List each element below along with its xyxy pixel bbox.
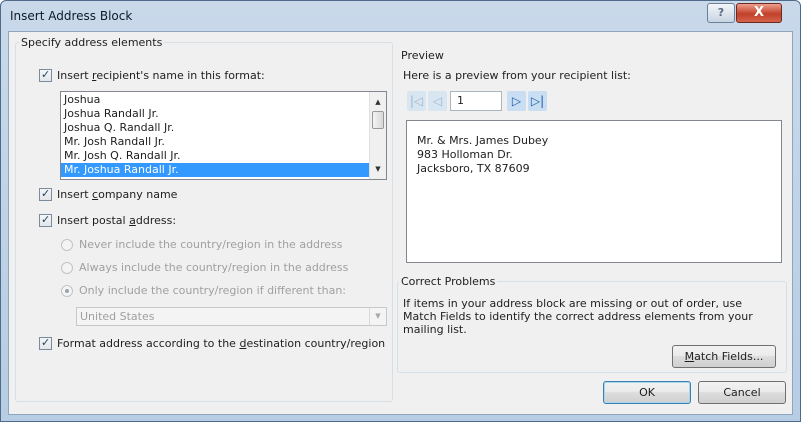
country-dropdown[interactable]: United States ▼ [76, 307, 387, 326]
list-item[interactable]: Joshua Q. Randall Jr. [61, 121, 369, 135]
radio-icon [61, 261, 73, 274]
scroll-thumb[interactable] [372, 111, 384, 129]
company-name-checkbox[interactable]: Insert company name [39, 187, 178, 201]
name-format-listbox[interactable]: Joshua Joshua Randall Jr. Joshua Q. Randal… [60, 91, 387, 180]
radio-always-include-label: Always include the country/region in the… [79, 261, 349, 274]
address-elements-group-label: Specify address elements [19, 36, 165, 49]
recipient-name-checkbox[interactable]: Insert recipient's name in this format: [39, 68, 265, 82]
preview-line: Jacksboro, TX 87609 [417, 162, 530, 175]
last-record-icon[interactable]: ▷| [528, 91, 547, 111]
close-button[interactable]: X [736, 3, 782, 23]
format-destination-checkbox-label: Format address according to the destinat… [57, 337, 386, 350]
cancel-button[interactable]: Cancel [698, 381, 786, 404]
list-item[interactable]: Joshua [61, 93, 369, 107]
radio-only-if-different[interactable]: Only include the country/region if diffe… [61, 284, 346, 297]
first-record-icon[interactable]: |◁ [407, 91, 426, 111]
preview-group-label: Preview [399, 49, 446, 62]
postal-address-checkbox-label: Insert postal address: [57, 214, 177, 227]
dialog-client-area: Specify address elements Insert recipien… [8, 31, 793, 415]
help-button[interactable]: ? [707, 3, 735, 23]
correct-problems-label: Correct Problems [399, 275, 498, 288]
record-number-field[interactable]: 1 [450, 91, 502, 111]
name-format-scrollbar[interactable]: ▲ ▼ [369, 92, 386, 179]
scroll-up-icon[interactable]: ▲ [370, 94, 386, 110]
checkbox-check-icon [39, 187, 52, 201]
previous-record-icon[interactable]: ◁ [428, 91, 447, 111]
postal-address-checkbox[interactable]: Insert postal address: [39, 213, 177, 227]
preview-line: 983 Holloman Dr. [417, 148, 513, 161]
radio-never-include-label: Never include the country/region in the … [79, 238, 343, 251]
list-item[interactable]: Mr. Josh Randall Jr. [61, 135, 369, 149]
preview-intro-text: Here is a preview from your recipient li… [403, 69, 631, 82]
scroll-down-icon[interactable]: ▼ [370, 161, 386, 177]
checkbox-check-icon [39, 336, 52, 350]
title-bar: Insert Address Block ? X [1, 1, 800, 31]
insert-address-block-dialog: Insert Address Block ? X Specify address… [0, 0, 801, 422]
chevron-down-icon[interactable]: ▼ [369, 308, 386, 325]
window-title: Insert Address Block [10, 9, 133, 23]
radio-selected-icon [61, 284, 73, 297]
list-item[interactable]: Joshua Randall Jr. [61, 107, 369, 121]
recipient-name-checkbox-label: Insert recipient's name in this format: [57, 69, 265, 82]
preview-line: Mr. & Mrs. James Dubey [417, 134, 549, 147]
format-destination-checkbox[interactable]: Format address according to the destinat… [39, 336, 386, 350]
checkbox-check-icon [39, 213, 52, 227]
match-fields-button[interactable]: Match Fields... [672, 345, 776, 368]
radio-always-include-country[interactable]: Always include the country/region in the… [61, 261, 348, 274]
next-record-icon[interactable]: ▷ [507, 91, 526, 111]
country-dropdown-value: United States [80, 310, 155, 323]
close-icon: X [753, 5, 765, 20]
radio-never-include-country[interactable]: Never include the country/region in the … [61, 238, 343, 251]
list-item[interactable]: Mr. Josh Q. Randall Jr. [61, 149, 369, 163]
address-preview-box: Mr. & Mrs. James Dubey 983 Holloman Dr. … [406, 120, 782, 263]
help-icon: ? [717, 6, 725, 19]
ok-button[interactable]: OK [603, 381, 691, 404]
correct-problems-text: If items in your address block are missi… [403, 297, 753, 336]
radio-only-if-different-label: Only include the country/region if diffe… [79, 284, 346, 297]
list-item[interactable]: Mr. Joshua Randall Jr. [61, 163, 369, 177]
company-name-checkbox-label: Insert company name [57, 188, 178, 201]
checkbox-check-icon [39, 68, 52, 82]
radio-icon [61, 238, 73, 251]
